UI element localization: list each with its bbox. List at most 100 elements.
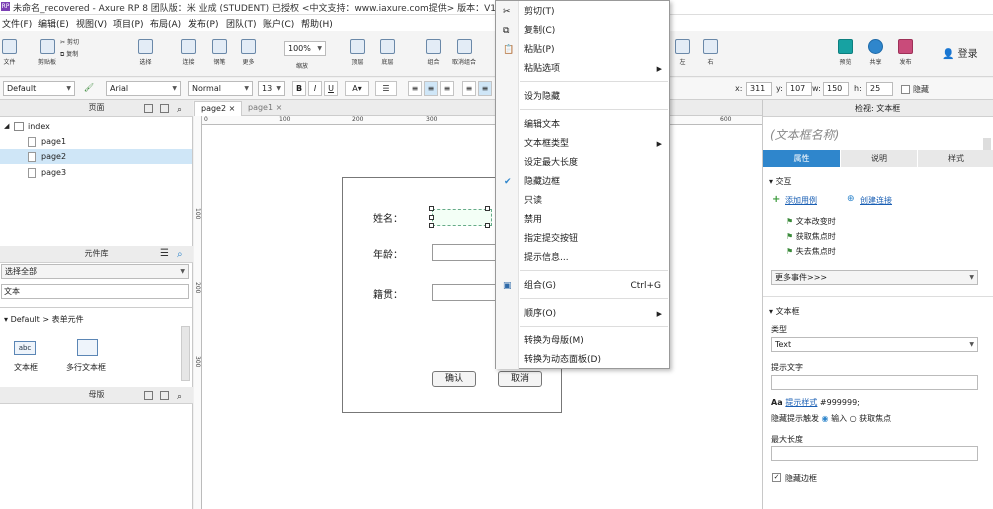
resize-handle[interactable] bbox=[485, 206, 490, 211]
menu-item-paste-options[interactable]: 粘贴选项 ▶ bbox=[496, 60, 669, 78]
library-group-header[interactable]: ▾ Default > 表单元件 bbox=[4, 314, 84, 325]
underline-button[interactable]: U bbox=[324, 81, 338, 96]
confirm-button[interactable]: 确认 bbox=[432, 371, 476, 387]
tab-page1[interactable]: page1 × bbox=[242, 101, 288, 116]
interaction-section-header[interactable]: ▾ 交互 bbox=[769, 176, 792, 187]
menu-view[interactable]: 视图(V) bbox=[76, 17, 107, 30]
create-link-link[interactable]: 创建连接 bbox=[860, 195, 892, 206]
close-icon[interactable]: × bbox=[276, 103, 283, 112]
collapse-icon[interactable]: ◢ bbox=[4, 119, 9, 134]
menu-item-group[interactable]: ▣ 组合(G) Ctrl+G bbox=[496, 277, 669, 295]
menu-edit[interactable]: 编辑(E) bbox=[38, 17, 69, 30]
origin-input[interactable] bbox=[432, 284, 496, 301]
menu-file[interactable]: 文件(F) bbox=[2, 17, 32, 30]
menu-item-cut[interactable]: ✂ 剪切(T) bbox=[496, 3, 669, 21]
add-case-link[interactable]: 添加用例 bbox=[785, 195, 817, 206]
library-select[interactable]: 选择全部 ▼ bbox=[1, 264, 189, 279]
resize-handle[interactable] bbox=[429, 206, 434, 211]
align-text-left-icon[interactable]: ≡ bbox=[408, 81, 422, 96]
menu-item-order[interactable]: 顺序(O) ▶ bbox=[496, 305, 669, 323]
menu-item-max-length[interactable]: 设定最大长度 bbox=[496, 154, 669, 172]
align-right-button[interactable]: 右 bbox=[703, 39, 718, 66]
clipboard-button[interactable]: 剪贴板 bbox=[38, 39, 56, 66]
bring-front-button[interactable]: 顶层 bbox=[350, 39, 365, 66]
event-blur[interactable]: ⚑ 失去焦点时 bbox=[786, 246, 836, 257]
scroll-thumb[interactable] bbox=[983, 138, 991, 150]
connect-tool-button[interactable]: 连接 bbox=[181, 39, 196, 66]
menu-item-disabled[interactable]: 禁用 bbox=[496, 211, 669, 229]
tab-notes[interactable]: 说明 bbox=[841, 150, 917, 167]
menu-item-convert-master[interactable]: 转换为母版(M) bbox=[496, 332, 669, 350]
close-icon[interactable]: × bbox=[229, 104, 236, 113]
valign-middle-icon[interactable]: ≡ bbox=[478, 81, 492, 96]
radio-selected-icon[interactable]: ◉ bbox=[822, 414, 829, 423]
style-select[interactable]: Default ▼ bbox=[3, 81, 75, 96]
age-input[interactable] bbox=[432, 244, 496, 261]
menu-publish[interactable]: 发布(P) bbox=[188, 17, 218, 30]
tab-properties[interactable]: 属性 bbox=[763, 150, 840, 167]
hide-border-checkbox[interactable]: ✓ bbox=[772, 473, 781, 482]
event-text-change[interactable]: ⚑ 文本改变时 bbox=[786, 216, 836, 227]
tree-item-index[interactable]: ◢ index bbox=[0, 119, 192, 134]
tab-page2[interactable]: page2 × bbox=[194, 101, 243, 116]
menu-item-read-only[interactable]: 只读 bbox=[496, 192, 669, 210]
add-folder-icon[interactable] bbox=[160, 391, 169, 400]
textarea-widget-icon[interactable] bbox=[77, 339, 98, 356]
name-input[interactable] bbox=[432, 209, 492, 226]
menu-project[interactable]: 项目(P) bbox=[113, 17, 143, 30]
login-button[interactable]: 👤 登录 bbox=[942, 45, 978, 60]
bullet-list-button[interactable]: ☰ bbox=[375, 81, 397, 96]
menu-layout[interactable]: 布局(A) bbox=[150, 17, 181, 30]
font-weight-select[interactable]: Normal ▼ bbox=[188, 81, 253, 96]
font-size-select[interactable]: 13 ▼ bbox=[258, 81, 285, 96]
menu-item-edit-text[interactable]: 编辑文本 bbox=[496, 116, 669, 134]
widget-name-field[interactable]: (文本框名称) bbox=[770, 126, 839, 143]
preview-button[interactable]: 预览 bbox=[838, 39, 853, 66]
font-color-button[interactable]: A▾ bbox=[345, 81, 369, 96]
style-brush-icon[interactable]: 🖌 bbox=[82, 81, 96, 96]
select-tool-button[interactable]: 选择 bbox=[138, 39, 153, 66]
hidden-checkbox[interactable] bbox=[901, 85, 910, 94]
publish-button[interactable]: 发布 bbox=[898, 39, 913, 66]
library-scrollbar[interactable] bbox=[181, 326, 190, 381]
align-text-right-icon[interactable]: ≡ bbox=[440, 81, 454, 96]
bold-button[interactable]: B bbox=[292, 81, 306, 96]
resize-handle[interactable] bbox=[429, 223, 434, 228]
resize-handle[interactable] bbox=[429, 215, 434, 220]
add-master-icon[interactable] bbox=[144, 391, 153, 400]
menu-icon[interactable]: ☰ bbox=[160, 246, 169, 262]
more-events-select[interactable]: 更多事件>>> ▼ bbox=[771, 270, 978, 285]
zoom-select[interactable]: 100% ▼ bbox=[284, 41, 326, 56]
font-select[interactable]: Arial ▼ bbox=[106, 81, 181, 96]
group-button[interactable]: 组合 bbox=[426, 39, 441, 66]
tree-item-page2[interactable]: page2 bbox=[0, 149, 192, 164]
library-search-input[interactable]: 文本 bbox=[1, 284, 189, 299]
textbox-section-header[interactable]: ▾ 文本框 bbox=[769, 306, 800, 317]
event-focus[interactable]: ⚑ 获取焦点时 bbox=[786, 231, 836, 242]
x-input[interactable]: 311 bbox=[746, 82, 772, 96]
menu-item-convert-dynamic-panel[interactable]: 转换为动态面板(D) bbox=[496, 351, 669, 369]
ungroup-button[interactable]: 取消组合 bbox=[452, 39, 476, 66]
max-length-input[interactable] bbox=[771, 446, 978, 461]
hint-input[interactable] bbox=[771, 375, 978, 390]
height-input[interactable]: 25 bbox=[866, 82, 893, 96]
menu-account[interactable]: 账户(C) bbox=[263, 17, 294, 30]
textbox-widget-icon[interactable]: abc bbox=[14, 341, 36, 355]
y-input[interactable]: 107 bbox=[786, 82, 812, 96]
file-button[interactable]: 文件 bbox=[2, 39, 17, 66]
align-left-button[interactable]: 左 bbox=[675, 39, 690, 66]
search-icon[interactable]: ⌕ bbox=[177, 247, 183, 263]
menu-item-textbox-type[interactable]: 文本框类型 ▶ bbox=[496, 135, 669, 153]
copy-button[interactable]: ⧉ 复制 bbox=[60, 49, 78, 59]
menu-item-tooltip[interactable]: 提示信息... bbox=[496, 249, 669, 267]
add-folder-icon[interactable] bbox=[160, 104, 169, 113]
italic-button[interactable]: I bbox=[308, 81, 322, 96]
cancel-button[interactable]: 取消 bbox=[498, 371, 542, 387]
type-select[interactable]: Text ▼ bbox=[771, 337, 978, 352]
send-back-button[interactable]: 底层 bbox=[380, 39, 395, 66]
pen-tool-button[interactable]: 钢笔 bbox=[212, 39, 227, 66]
align-text-center-icon[interactable]: ≡ bbox=[424, 81, 438, 96]
search-icon[interactable]: ⌕ bbox=[177, 389, 182, 405]
menu-help[interactable]: 帮助(H) bbox=[301, 17, 333, 30]
valign-top-icon[interactable]: ≡ bbox=[462, 81, 476, 96]
